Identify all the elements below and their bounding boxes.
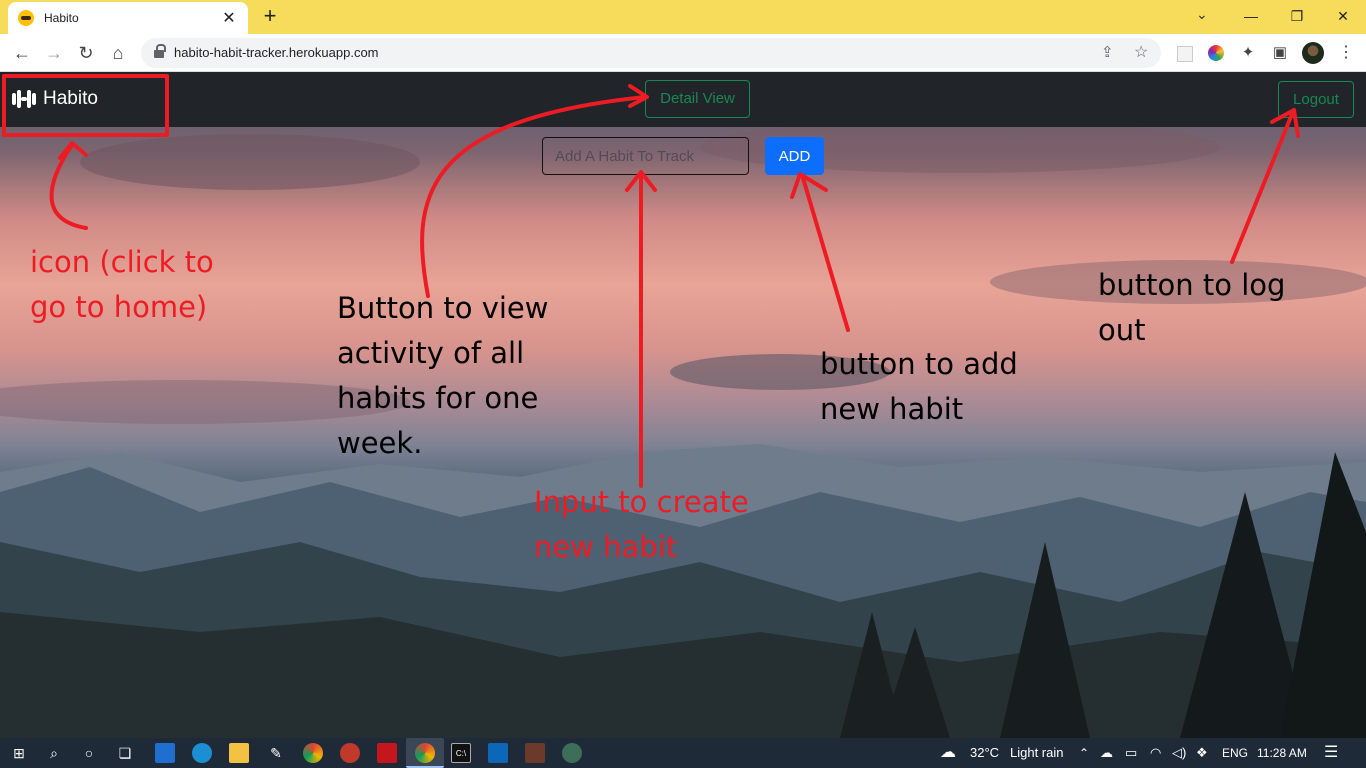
windows-start-icon[interactable]: ⊞ <box>9 743 29 763</box>
browser-toolbar: ← → ↻ ⌂ habito-habit-tracker.herokuapp.c… <box>0 34 1366 72</box>
vscode-icon[interactable] <box>488 743 508 763</box>
show-hidden-icons-icon[interactable]: ⌃ <box>1079 738 1089 768</box>
brand-home-link[interactable]: Habito <box>12 88 98 110</box>
paint-app-icon[interactable] <box>340 743 360 763</box>
feedback-app-icon[interactable]: ✎ <box>266 743 286 763</box>
clock[interactable]: 11:28 AM <box>1257 738 1307 768</box>
detail-view-button[interactable]: Detail View <box>645 80 750 118</box>
color-picker-extension-icon[interactable] <box>1206 43 1226 63</box>
reload-icon[interactable]: ↻ <box>73 40 99 66</box>
notifications-icon[interactable]: ☰ <box>1324 738 1338 768</box>
volume-icon[interactable]: ◁) <box>1172 738 1186 768</box>
pdf-reader-icon[interactable] <box>377 743 397 763</box>
dumbbell-icon <box>12 89 36 109</box>
edge-browser-icon[interactable] <box>192 743 212 763</box>
minimize-button[interactable]: — <box>1228 4 1274 28</box>
tab-title: Habito <box>44 11 79 25</box>
forward-icon[interactable]: → <box>41 40 67 66</box>
onedrive-icon[interactable]: ☁ <box>1100 738 1113 768</box>
home-icon[interactable]: ⌂ <box>105 40 131 66</box>
app-icon[interactable] <box>562 743 582 763</box>
logout-button[interactable]: Logout <box>1278 81 1354 118</box>
bookmark-star-icon[interactable]: ☆ <box>1134 42 1148 62</box>
browser-tab[interactable]: Habito ✕ <box>8 2 248 34</box>
tab-close-icon[interactable]: ✕ <box>220 8 238 28</box>
windows-taskbar: ⊞ ⌕ ○ ❏ ✎ C:\ ☁ 32°C Light rain ⌃ ☁ ▭ ◠ … <box>0 738 1366 768</box>
weather-description[interactable]: Light rain <box>1010 738 1063 768</box>
habit-input[interactable] <box>542 137 749 175</box>
annotation-add-note: button to add new habit <box>820 347 1018 426</box>
extensions-puzzle-icon[interactable]: ✦ <box>1238 43 1258 63</box>
site-navbar: Habito Detail View Logout <box>0 72 1366 127</box>
annotation-icon-note: icon (click to go to home) <box>30 245 214 324</box>
weather-icon[interactable]: ☁ <box>940 738 956 768</box>
annotation-logout-note: button to log out <box>1098 268 1286 347</box>
share-icon[interactable]: ⇪ <box>1101 43 1114 61</box>
dropbox-icon[interactable]: ❖ <box>1196 738 1208 768</box>
file-explorer-icon[interactable] <box>229 743 249 763</box>
cortana-icon[interactable]: ○ <box>79 743 99 763</box>
weather-temperature[interactable]: 32°C <box>970 738 999 768</box>
browser-menu-icon[interactable]: ⋮ <box>1336 42 1356 62</box>
mail-app-icon[interactable] <box>155 743 175 763</box>
wifi-icon[interactable]: ◠ <box>1150 738 1161 768</box>
battery-icon[interactable]: ▭ <box>1125 738 1137 768</box>
page-viewport: Habito Detail View Logout ADD <box>0 72 1366 738</box>
search-icon[interactable]: ⌕ <box>44 743 64 763</box>
address-bar[interactable]: habito-habit-tracker.herokuapp.com ⇪ ☆ <box>141 38 1161 68</box>
extension-blank-icon[interactable] <box>1174 43 1194 63</box>
profile-avatar[interactable] <box>1302 42 1324 64</box>
lock-icon[interactable] <box>154 44 166 59</box>
language-indicator[interactable]: ENG <box>1222 738 1248 768</box>
browser-tab-strip: Habito ✕ + ⌄ — ❐ ✕ <box>0 0 1366 34</box>
annotation-detail-note: Button to view activity of all habits fo… <box>337 291 549 460</box>
tool-app-icon[interactable] <box>525 743 545 763</box>
task-view-icon[interactable]: ❏ <box>115 743 135 763</box>
close-window-button[interactable]: ✕ <box>1320 4 1366 28</box>
command-prompt-icon[interactable]: C:\ <box>451 743 471 763</box>
side-panel-icon[interactable]: ▣ <box>1270 43 1290 63</box>
tab-search-icon[interactable]: ⌄ <box>1196 6 1208 23</box>
url-text[interactable]: habito-habit-tracker.herokuapp.com <box>174 45 379 60</box>
chrome-browser-icon[interactable] <box>303 743 323 763</box>
brand-name: Habito <box>43 88 98 109</box>
chrome-active-icon[interactable] <box>415 743 435 763</box>
new-tab-button[interactable]: + <box>258 4 282 28</box>
restore-button[interactable]: ❐ <box>1274 4 1320 28</box>
annotation-input-note: Input to create new habit <box>534 485 749 564</box>
habito-favicon-icon <box>18 10 34 26</box>
add-habit-button[interactable]: ADD <box>765 137 824 175</box>
back-icon[interactable]: ← <box>9 40 35 66</box>
